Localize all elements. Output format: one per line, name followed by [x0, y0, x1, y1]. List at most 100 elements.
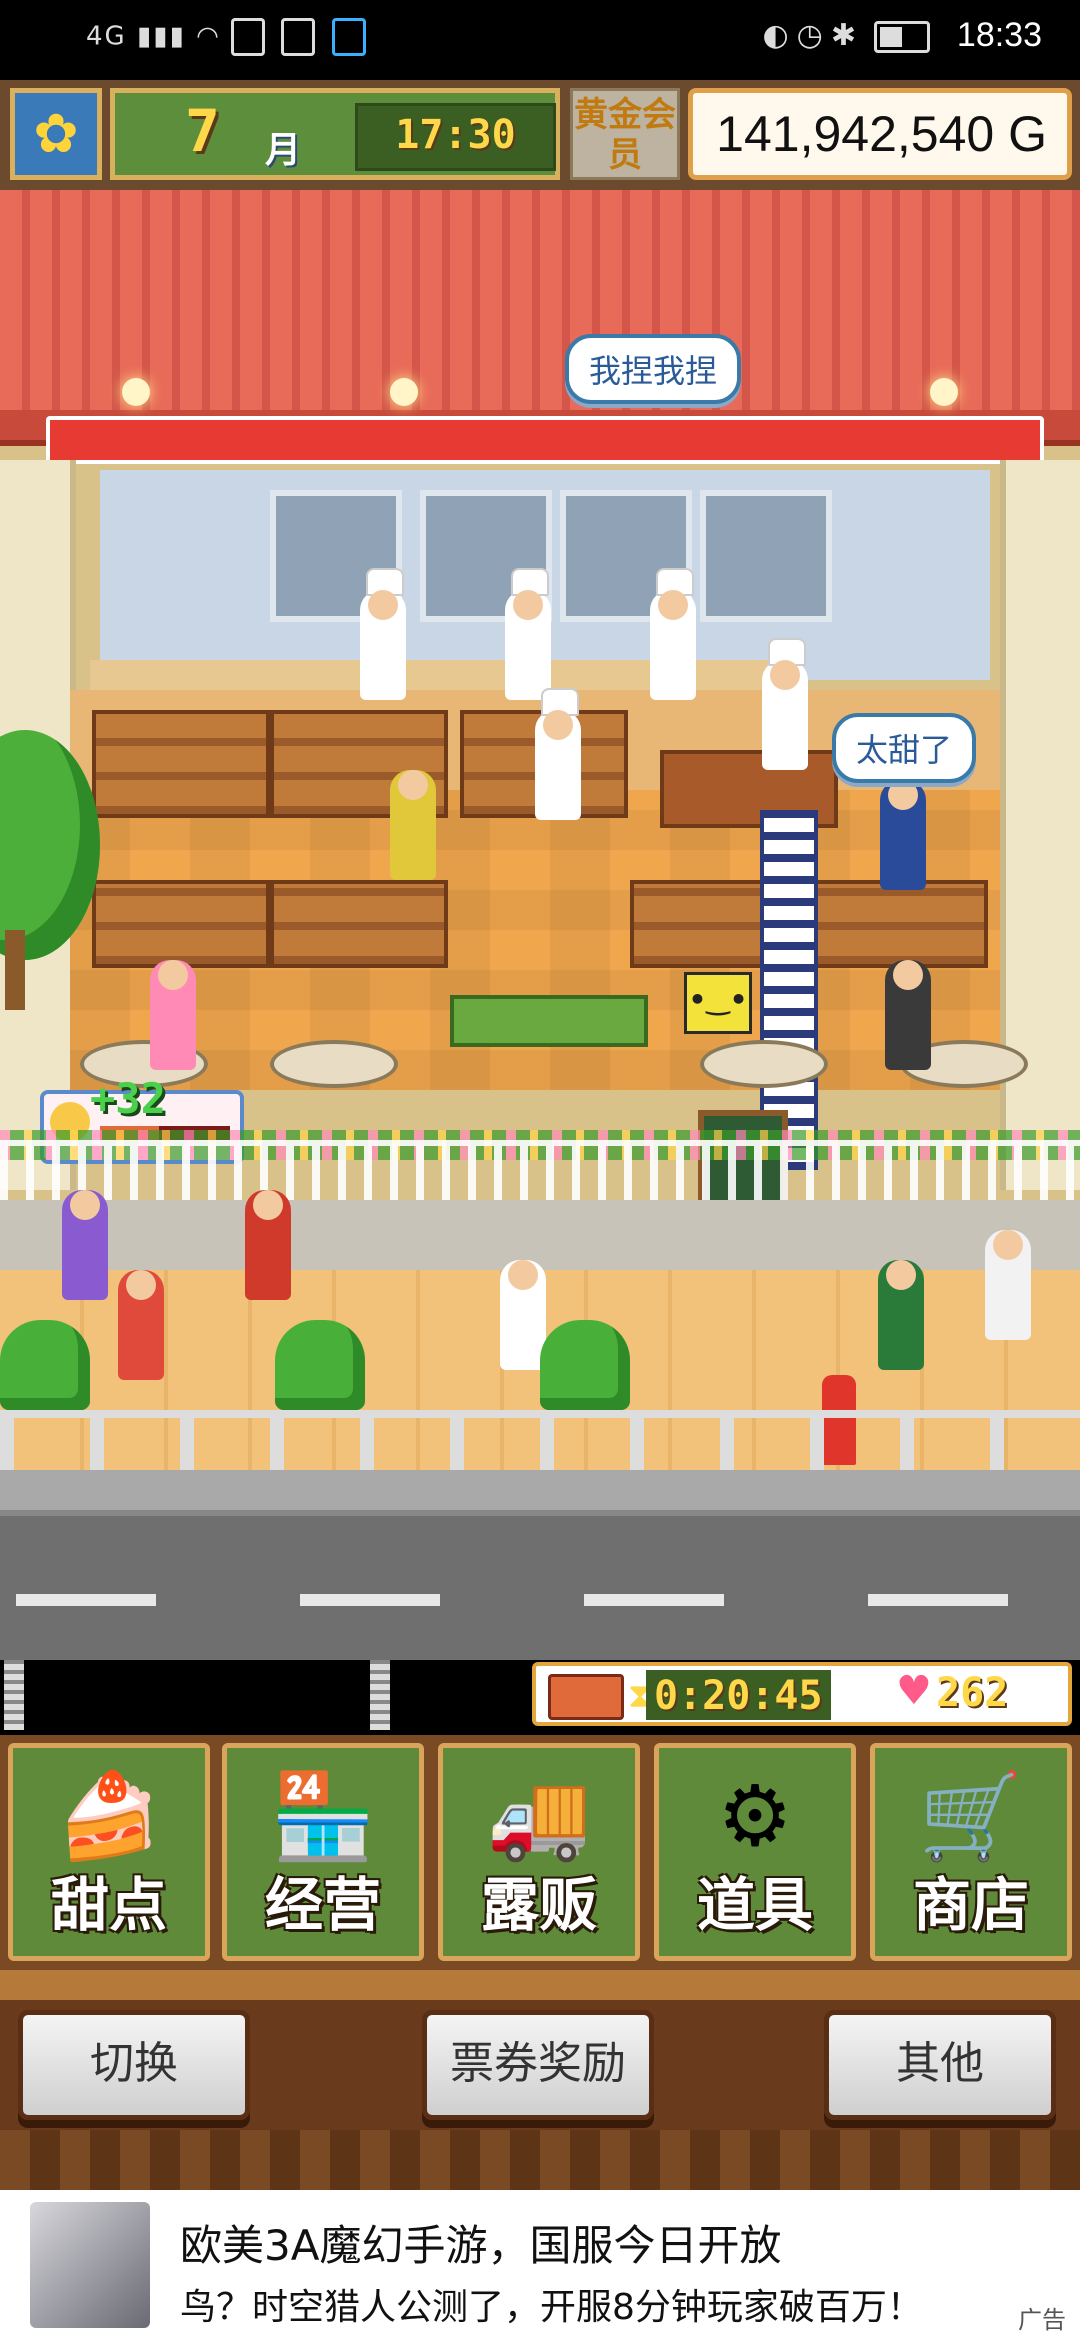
lane-marking [16, 1594, 156, 1606]
cashier-character[interactable] [762, 638, 808, 770]
smiley-sign-icon: •‿• [684, 972, 752, 1034]
hedge [540, 1320, 630, 1410]
status-left-icons: 4G ▮▮▮ ◠ [86, 18, 372, 56]
chef-character[interactable] [650, 568, 696, 700]
decoration [370, 1660, 390, 1730]
pedestrian-character[interactable] [878, 1260, 924, 1370]
customer-character[interactable] [390, 770, 436, 880]
lane-marking [300, 1594, 440, 1606]
tree-trunk [5, 930, 25, 1010]
lamp-icon [122, 378, 150, 406]
curb [0, 1470, 1080, 1516]
heart-count: 262 [936, 1670, 1009, 1716]
ad-tag: 广告 [1018, 2306, 1066, 2334]
storefront-icon: 🏪 [270, 1767, 376, 1865]
shop-awning [0, 190, 1080, 410]
menu-button-items[interactable]: ⚙ 道具 [654, 1743, 856, 1961]
other-button[interactable]: 其他 [824, 2010, 1056, 2120]
menu-label: 甜点 [50, 1871, 167, 1939]
month-number: 7 [185, 97, 220, 165]
food-truck-icon: 🚚 [486, 1767, 592, 1865]
ad-subtitle[interactable]: 鸟？时空猎人公测了，开服8分钟玩家破百万！ [180, 2278, 923, 2330]
chef-character[interactable] [360, 568, 406, 700]
alarm-icon: ◷ [796, 18, 831, 53]
menu-button-management[interactable]: 🏪 经营 [222, 1743, 424, 1961]
top-hud: ✿ 7 月 17:30 黄金会员 141,942,540 G [0, 80, 1080, 190]
ground-decoration [0, 2130, 1080, 2190]
menu-button-shop[interactable]: 🛒 商店 [870, 1743, 1072, 1961]
menu-button-desserts[interactable]: 🍰 甜点 [8, 1743, 210, 1961]
oven [700, 490, 832, 622]
money-display: 141,942,540 G [688, 88, 1072, 180]
chef-character[interactable] [505, 568, 551, 700]
lamp-icon [390, 378, 418, 406]
food-truck-status[interactable]: ⧗ 0:20:45 ♥ 262 [532, 1662, 1072, 1726]
speech-bubble: 太甜了 [832, 713, 977, 783]
baker-character[interactable] [535, 688, 581, 820]
ad-title[interactable]: 欧美3A魔幻手游，国服今日开放 [180, 2212, 781, 2273]
game-clock: 17:30 [355, 103, 556, 171]
ad-thumbnail[interactable] [30, 2202, 150, 2328]
shopping-cart-icon: 🛒 [918, 1767, 1024, 1865]
bottom-band [0, 1970, 1080, 2000]
lane-marking [868, 1594, 1008, 1606]
hedge [0, 1320, 90, 1410]
customer-character[interactable] [885, 960, 931, 1070]
wifi-icon: ◠ [196, 21, 221, 52]
game-scene[interactable]: •‿• 我捏我捏 太甜了 +32 [0, 190, 1080, 1660]
menu-label: 道具 [696, 1871, 813, 1939]
network-label: 4G [86, 21, 127, 52]
doormat [450, 995, 648, 1047]
status-time: 18:33 [956, 16, 1042, 54]
satisfaction-gain: +32 [90, 1074, 166, 1123]
decoration [4, 1660, 24, 1730]
sim-icon: ◐ [762, 18, 797, 53]
bread-shelf[interactable] [92, 710, 270, 818]
sunflower-icon[interactable]: ✿ [10, 88, 102, 180]
ticket-rewards-button[interactable]: 票券奖励 [422, 2010, 654, 2120]
cafe-table[interactable] [700, 1040, 828, 1088]
main-menu: 🍰 甜点 🏪 经营 🚚 露贩 ⚙ 道具 🛒 商店 [0, 1735, 1080, 1970]
hedge [275, 1320, 365, 1410]
lane-marking [584, 1594, 724, 1606]
bottom-panel: 切换 票券奖励 其他 [0, 1970, 1080, 2190]
speech-bubble: 我捏我捏 [565, 334, 742, 404]
month-unit: 月 [265, 130, 302, 171]
app-notification-icon [231, 18, 266, 56]
truck-timer: 0:20:45 [646, 1670, 831, 1720]
sidewalk [0, 1200, 1080, 1270]
bluetooth-icon: ✱ [830, 18, 864, 53]
pedestrian-character[interactable] [245, 1190, 291, 1300]
cake-icon: 🍰 [56, 1767, 162, 1865]
menu-label: 商店 [912, 1871, 1029, 1939]
signal-icon: ▮▮▮ [136, 21, 186, 52]
customer-character[interactable] [150, 960, 196, 1070]
pedestrian-character[interactable] [500, 1260, 546, 1370]
food-truck-icon [548, 1674, 624, 1720]
bread-shelf[interactable] [270, 880, 448, 968]
pedestrian-character[interactable] [62, 1190, 108, 1300]
gear-bag-icon: ⚙ [717, 1767, 793, 1865]
calendar-panel[interactable]: 7 月 17:30 [110, 88, 560, 180]
gold-member-badge[interactable]: 黄金会员 [570, 88, 680, 180]
pedestrian-character[interactable] [985, 1230, 1031, 1340]
right-wall [1000, 460, 1080, 1190]
road [0, 1516, 1080, 1660]
pedestrian-character[interactable] [118, 1270, 164, 1380]
browser-icon [331, 18, 366, 56]
battery-icon [874, 20, 930, 53]
menu-label: 露贩 [480, 1871, 597, 1939]
status-bar: 4G ▮▮▮ ◠ ◐◷✱ 18:33 [0, 0, 1080, 80]
menu-button-food-truck[interactable]: 🚚 露贩 [438, 1743, 640, 1961]
lamp-icon [930, 378, 958, 406]
menu-label: 经营 [264, 1871, 381, 1939]
customer-character[interactable] [880, 780, 926, 890]
bread-shelf[interactable] [92, 880, 270, 968]
event-strip: ⧗ 0:20:45 ♥ 262 [0, 1660, 1080, 1735]
heart-icon: ♥ [896, 1668, 932, 1714]
cafe-table[interactable] [270, 1040, 398, 1088]
shop-banner [46, 416, 1044, 464]
download-icon [281, 18, 316, 56]
switch-button[interactable]: 切换 [18, 2010, 250, 2120]
ad-banner[interactable]: 欧美3A魔幻手游，国服今日开放 鸟？时空猎人公测了，开服8分钟玩家破百万！ 广告 [0, 2190, 1080, 2340]
